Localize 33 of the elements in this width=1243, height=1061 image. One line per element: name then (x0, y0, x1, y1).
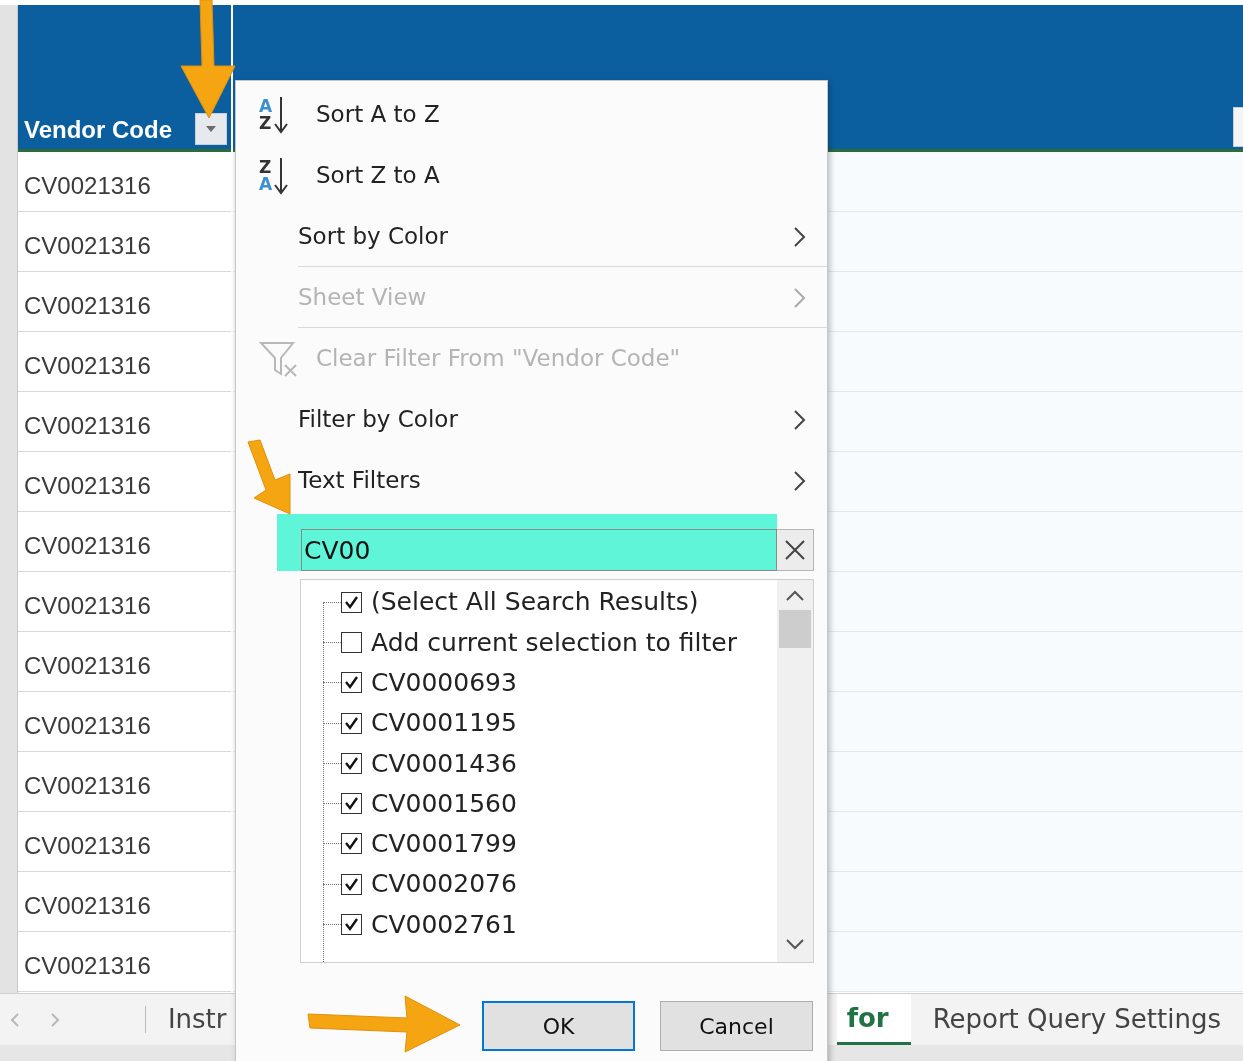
checkbox-label: CV0002761 (371, 908, 517, 941)
checkbox-label: (Select All Search Results) (371, 586, 699, 619)
table-cell: CV0021316 (18, 152, 231, 212)
table-cell: CV0021316 (18, 812, 231, 872)
table-cell: CV0021316 (18, 272, 231, 332)
table-cell: CV0021316 (18, 932, 231, 992)
table-cell: CV0021316 (18, 632, 231, 692)
table-cell: CV0021316 (18, 692, 231, 752)
menu-item[interactable]: Z A Sort Z to A (236, 145, 827, 206)
checkbox-label: Add current selection to filter (371, 626, 737, 659)
checkbox-label: CV0001195 (371, 707, 517, 740)
checkbox-label: CV0000693 (371, 667, 517, 699)
table-cell: CV0021316 (18, 332, 231, 392)
search-field[interactable]: CV00 (301, 529, 777, 571)
table-cell: CV0021316 (18, 752, 231, 812)
sheet-tab[interactable]: Report Query Settings (910, 994, 1243, 1045)
table-cell: CV0021316 (18, 392, 231, 452)
menu-item[interactable]: A Z Sort A to Z (236, 84, 827, 145)
menu-item[interactable]: Sort by Color (236, 206, 827, 267)
dialog-button[interactable]: OK (482, 1001, 635, 1051)
table-cell: CV0021316 (18, 212, 231, 272)
column-header-text: Vendor Code (24, 116, 173, 145)
table-cell: CV0021316 (18, 452, 231, 512)
checkbox-label: CV0001560 (371, 787, 517, 820)
sheet-tab[interactable]: for (836, 994, 911, 1045)
table-cell: CV0021316 (18, 572, 231, 632)
menu-item[interactable]: Filter by Color (236, 389, 827, 450)
dialog-button[interactable]: Cancel (660, 1001, 813, 1051)
table-cell: CV0021316 (18, 872, 231, 932)
checkbox-label: CV0002076 (371, 868, 517, 901)
checkbox-label: CV0001799 (371, 828, 517, 861)
table-cell: CV0021316 (18, 512, 231, 572)
checkbox-label: CV0001436 (371, 747, 517, 780)
